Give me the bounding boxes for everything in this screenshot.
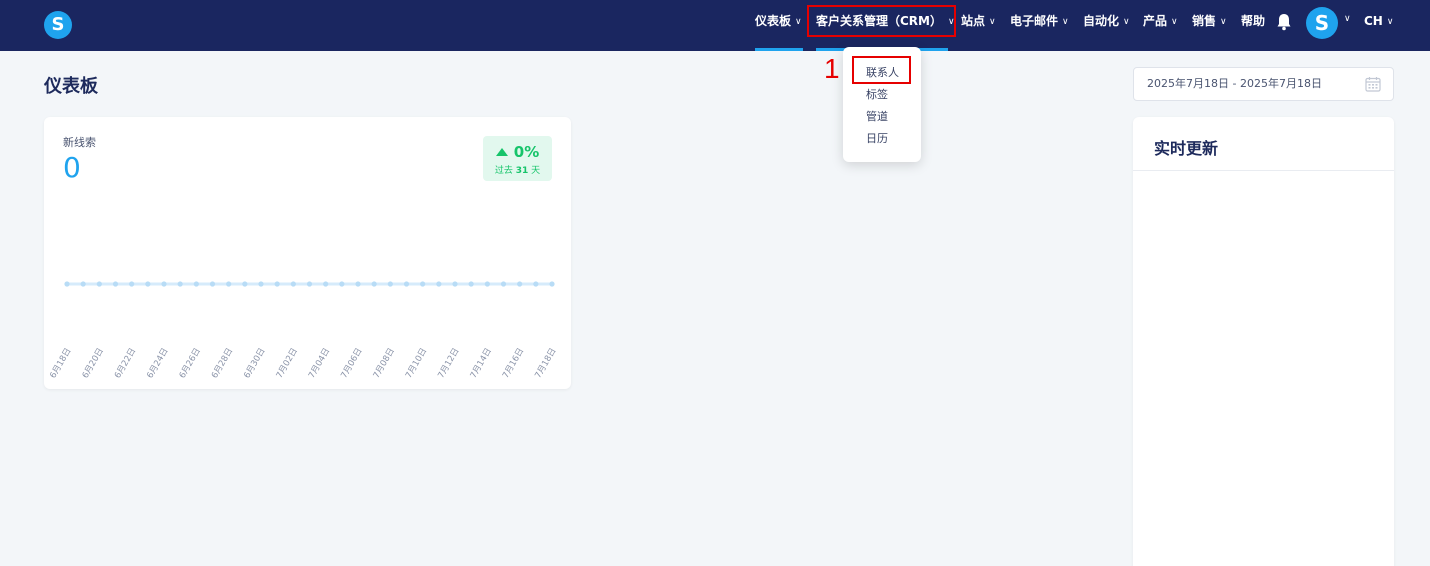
x-tick-label: 6月24日 <box>145 347 170 381</box>
brand-logo[interactable]: S <box>44 11 72 39</box>
x-tick-label: 7月14日 <box>469 347 494 381</box>
nav-sales-label: 销售 <box>1192 14 1217 28</box>
data-point <box>290 281 296 287</box>
menu-item-pipelines[interactable]: 管道 <box>866 108 888 124</box>
data-point <box>517 281 523 287</box>
data-point <box>242 281 248 287</box>
data-point <box>112 281 119 287</box>
x-tick-label: 6月30日 <box>242 347 267 381</box>
menu-item-tags[interactable]: 标签 <box>866 86 888 102</box>
data-point <box>161 281 167 287</box>
nav-sales[interactable]: 销售 ∨ <box>1192 0 1227 51</box>
x-tick-label: 7月08日 <box>372 347 397 381</box>
nav-sites-label: 站点 <box>961 14 986 28</box>
data-point <box>258 281 264 287</box>
menu-item-calendar[interactable]: 日历 <box>866 130 888 146</box>
data-point <box>403 281 410 287</box>
data-point <box>306 281 313 287</box>
chevron-down-icon: ∨ <box>989 17 996 27</box>
x-tick-label: 7月18日 <box>533 347 558 381</box>
nav-email[interactable]: 电子邮件 ∨ <box>1010 0 1069 51</box>
data-point <box>452 281 458 287</box>
nav-products[interactable]: 产品 ∨ <box>1143 0 1178 51</box>
data-point <box>533 281 539 287</box>
x-tick-label: 7月12日 <box>436 347 461 381</box>
data-point <box>226 281 232 287</box>
live-updates-panel: 实时更新 <box>1133 117 1394 566</box>
language-selector[interactable]: CH ∨ <box>1364 0 1393 51</box>
x-tick-label: 7月02日 <box>275 347 300 381</box>
chevron-down-icon: ∨ <box>948 17 955 27</box>
nav-help-label: 帮助 <box>1241 14 1266 28</box>
data-point <box>484 281 490 287</box>
data-point <box>177 281 183 287</box>
x-tick-label: 6月26日 <box>178 347 203 381</box>
bell-icon[interactable] <box>1276 13 1292 31</box>
top-navbar: S 仪表板 ∨ 客户关系管理（CRM） ∨ 站点 ∨ 电子邮件 ∨ 自动化 ∨ 产品 ∨ 销… <box>0 0 1430 51</box>
data-point <box>500 281 507 287</box>
data-point <box>339 281 345 287</box>
annotation-number: 1 <box>824 53 840 84</box>
language-label: CH <box>1364 14 1383 28</box>
chevron-down-icon: ∨ <box>1171 17 1178 27</box>
x-tick-label: 6月28日 <box>210 347 235 381</box>
data-point <box>64 281 70 287</box>
x-tick-label: 7月16日 <box>501 346 526 380</box>
date-range-value: 2025年7月18日 - 2025年7月18日 <box>1147 77 1322 90</box>
nav-dashboard-underline <box>755 48 803 51</box>
data-point <box>371 281 377 287</box>
crm-dropdown-menu: 联系人 标签 管道 日历 <box>843 47 921 162</box>
nav-products-label: 产品 <box>1143 14 1168 28</box>
x-tick-label: 6月18日 <box>48 347 73 381</box>
data-point <box>96 281 102 287</box>
x-tick-label: 6月20日 <box>81 347 106 381</box>
nav-automation-label: 自动化 <box>1083 14 1120 28</box>
x-tick-label: 6月22日 <box>113 347 138 381</box>
nav-sites[interactable]: 站点 ∨ <box>961 0 996 51</box>
data-point <box>549 281 555 287</box>
nav-crm[interactable]: 客户关系管理（CRM） ∨ <box>816 0 955 51</box>
data-point <box>129 281 135 287</box>
data-point <box>193 281 199 287</box>
chevron-down-icon: ∨ <box>1386 17 1394 27</box>
nav-email-label: 电子邮件 <box>1010 14 1059 28</box>
live-updates-title: 实时更新 <box>1154 139 1219 158</box>
nav-help[interactable]: 帮助 <box>1241 0 1265 51</box>
data-point <box>468 281 474 287</box>
data-point <box>420 281 426 287</box>
date-range-picker[interactable]: 2025年7月18日 - 2025年7月18日 <box>1133 67 1394 101</box>
chevron-down-icon: ∨ <box>1220 17 1227 27</box>
nav-dashboard-label: 仪表板 <box>755 14 792 28</box>
nav-dashboard[interactable]: 仪表板 ∨ <box>755 0 802 51</box>
x-tick-label: 7月06日 <box>339 347 364 381</box>
new-leads-card: 新线索 0 0% 过去 31 天 6月18日 6月20日 6月22日 6月24日 6月2… <box>44 117 571 389</box>
chevron-down-icon: ∨ <box>1123 17 1130 27</box>
chevron-down-icon: ∨ <box>795 17 802 27</box>
x-tick-label: 7月04日 <box>307 347 332 381</box>
data-point <box>355 281 361 287</box>
menu-item-contacts[interactable]: 联系人 <box>866 64 899 80</box>
divider <box>1133 170 1394 171</box>
user-avatar[interactable]: S <box>1306 7 1338 39</box>
new-leads-chart: 6月18日 6月20日 6月22日 6月24日 6月26日 6月28日 6月30日 7月02日… <box>48 281 559 381</box>
data-point <box>436 281 442 287</box>
data-point <box>323 281 329 287</box>
x-tick-label: 7月10日 <box>404 347 429 381</box>
nav-crm-label: 客户关系管理（CRM） <box>816 14 942 28</box>
calendar-icon <box>1365 77 1381 92</box>
data-point <box>274 281 280 287</box>
nav-automation[interactable]: 自动化 ∨ <box>1083 0 1130 51</box>
chevron-down-icon[interactable]: ∨ <box>1344 14 1351 24</box>
data-point <box>387 281 393 287</box>
data-point <box>145 281 151 287</box>
data-point <box>209 281 216 287</box>
chevron-down-icon: ∨ <box>1062 17 1069 27</box>
data-point <box>80 281 86 287</box>
page-title: 仪表板 <box>44 76 98 97</box>
